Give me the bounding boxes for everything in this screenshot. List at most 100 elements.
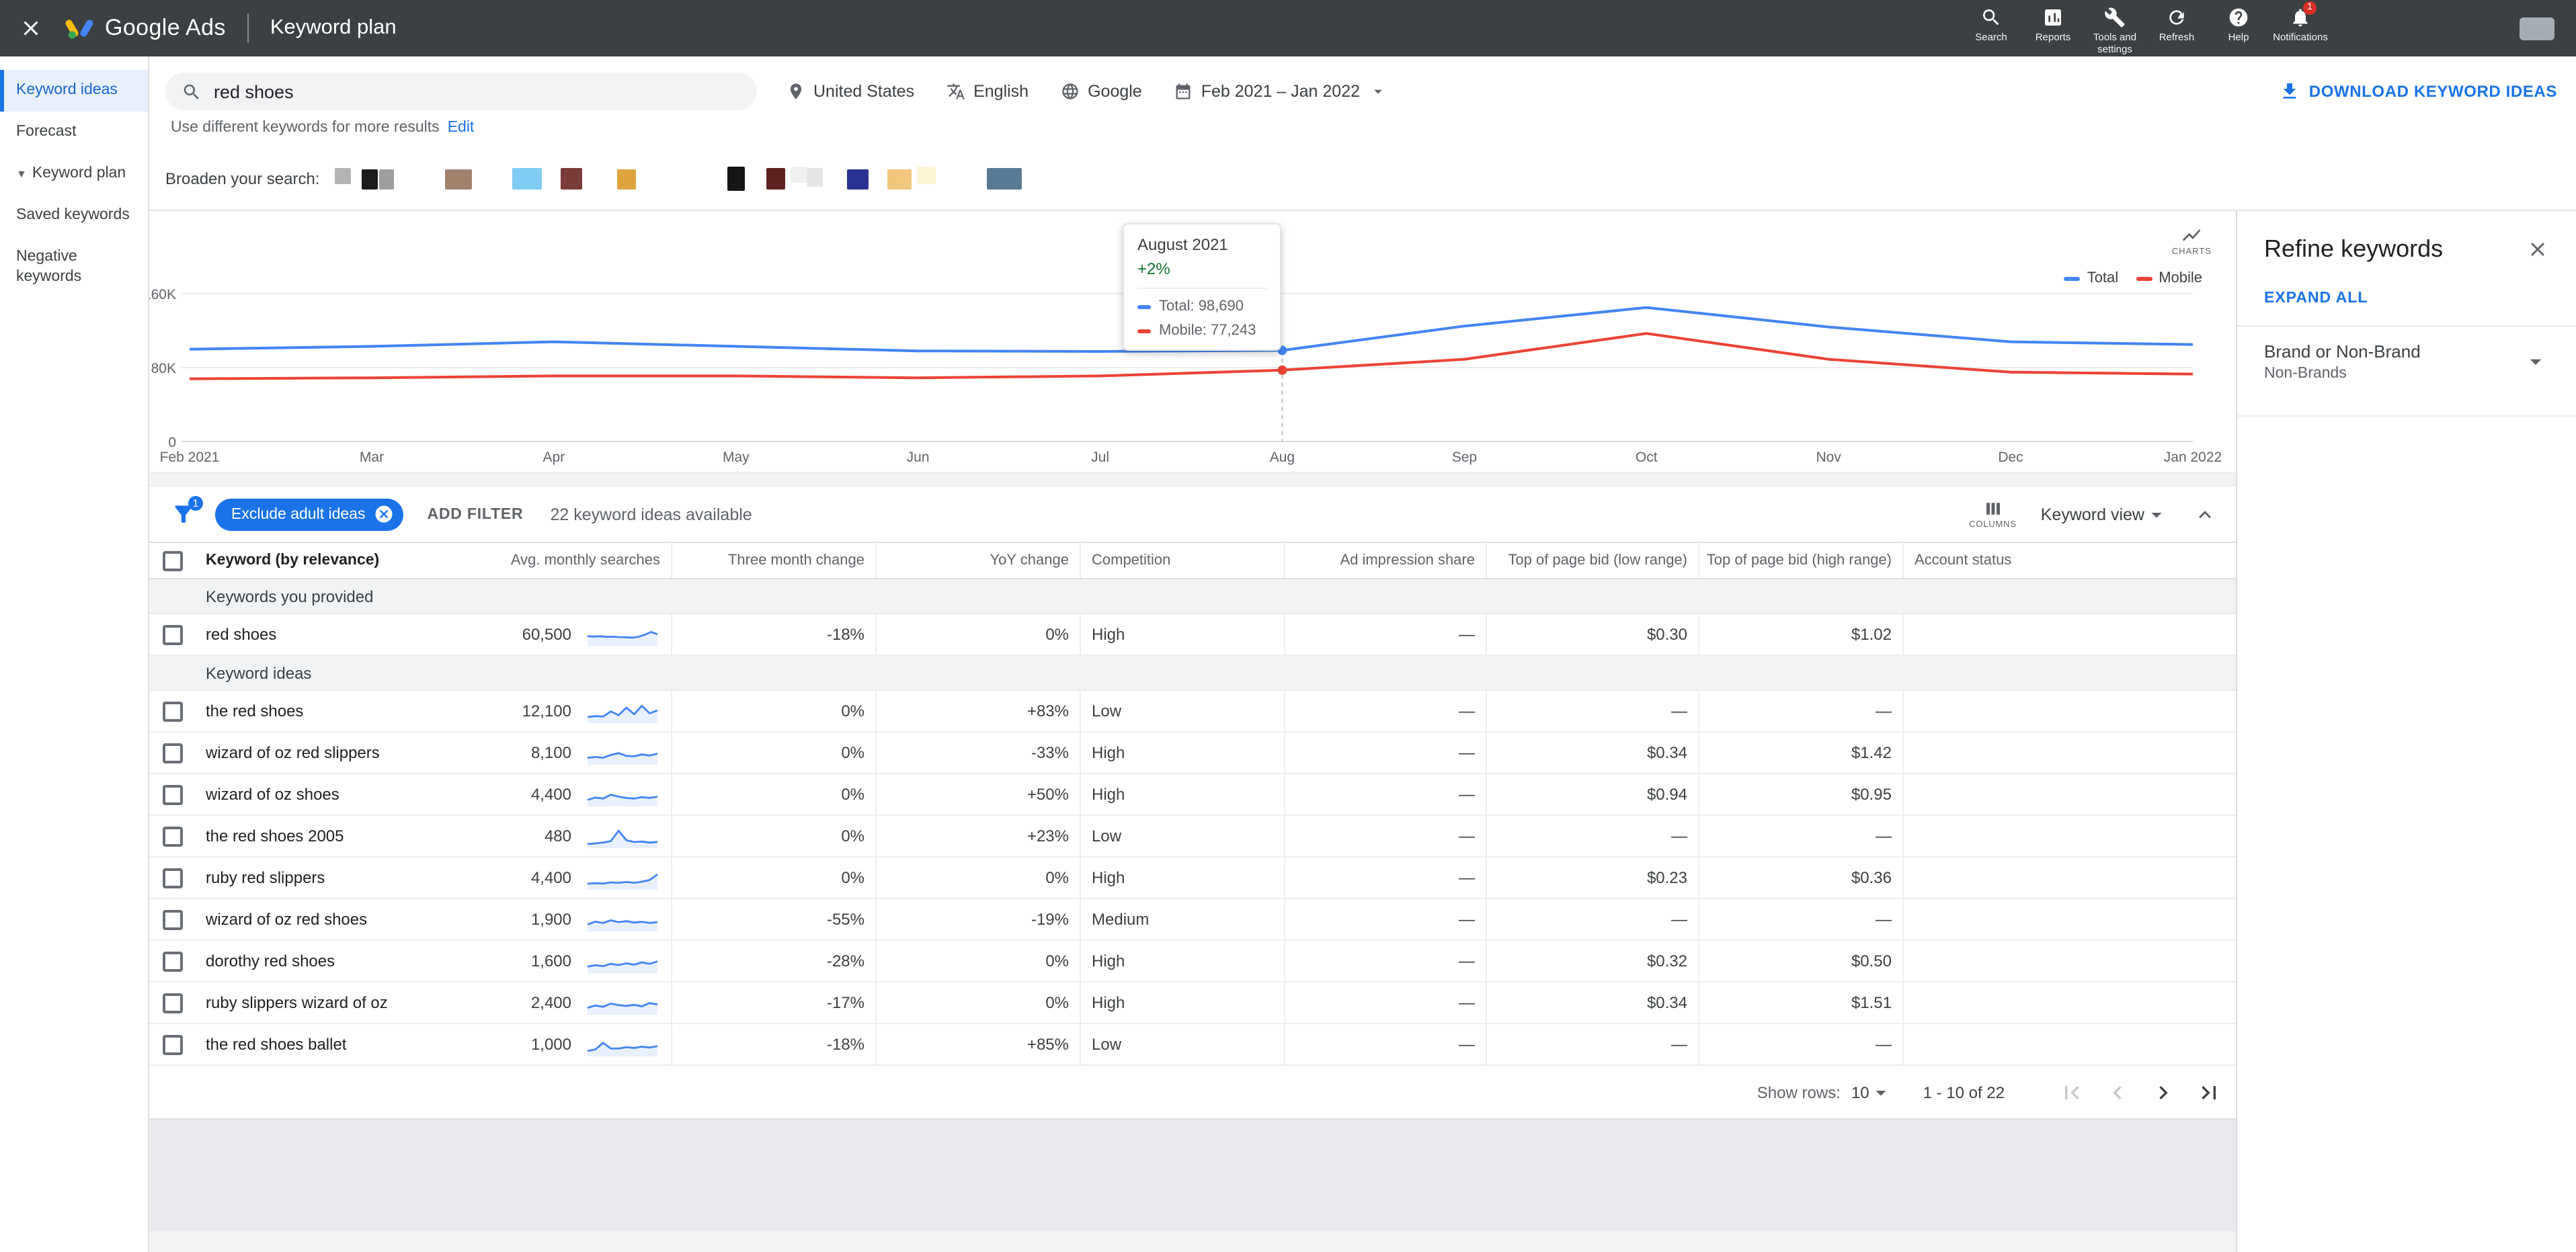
column-header[interactable]: Three month change [671, 543, 875, 578]
add-filter-button[interactable]: ADD FILTER [427, 506, 523, 522]
sidebar-item-saved-keywords[interactable]: Saved keywords [0, 195, 148, 237]
network-setting[interactable]: Google [1061, 82, 1142, 101]
appbar-action-refresh[interactable]: Refresh [2146, 2, 2208, 42]
column-header[interactable]: Avg. monthly searches [493, 543, 671, 578]
row-checkbox[interactable] [162, 909, 182, 929]
rows-per-page-select[interactable]: 10 [1851, 1080, 1894, 1104]
keyword-table: Keyword (by relevance) Avg. monthly searc… [149, 542, 2236, 1066]
columns-button[interactable]: COLUMNS [1969, 499, 2017, 530]
column-header[interactable]: YoY change [875, 543, 1080, 578]
table-row[interactable]: dorothy red shoes 1,600 -28% 0% High — $0.32 $0… [149, 941, 2236, 983]
download-keyword-ideas-button[interactable]: DOWNLOAD KEYWORD IDEAS [2280, 73, 2557, 110]
appbar-action-tools[interactable]: Tools and settings [2084, 2, 2146, 54]
date-range-setting[interactable]: Feb 2021 – Jan 2022 [1174, 82, 1387, 101]
sidebar-item-negative-keywords[interactable]: Negative keywords [0, 237, 148, 298]
expand-all-button[interactable]: EXPAND ALL [2264, 290, 2549, 306]
broaden-keyword-chip[interactable] [334, 167, 351, 183]
broaden-keyword-chip[interactable] [378, 169, 394, 189]
location-setting[interactable]: United States [787, 82, 914, 101]
close-icon[interactable] [19, 16, 43, 40]
table-row[interactable]: ruby slippers wizard of oz 2,400 -17% 0% Hig… [149, 983, 2236, 1024]
bid-high-cell: — [1698, 899, 1902, 940]
yoy-change-cell: 0% [875, 941, 1080, 981]
avatar[interactable] [2520, 17, 2554, 40]
filter-funnel-icon[interactable]: 1 [171, 496, 203, 527]
table-row[interactable]: the red shoes 2005 480 0% +23% Low — — — [149, 816, 2236, 858]
appbar-action-search[interactable]: Search [1960, 2, 2022, 42]
keyword-search-input[interactable]: red shoes [165, 73, 757, 110]
column-header[interactable]: Keyword (by relevance) [195, 543, 493, 578]
broaden-keyword-chip[interactable] [916, 166, 936, 183]
appbar-action-reports[interactable]: Reports [2022, 2, 2084, 42]
broaden-keyword-chip[interactable] [887, 169, 912, 189]
content-background [149, 1120, 2236, 1252]
broaden-keyword-chip[interactable] [361, 169, 378, 189]
broaden-keyword-chip[interactable] [444, 169, 472, 189]
chevron-down-icon[interactable] [2522, 348, 2549, 375]
appbar-action-notifications[interactable]: Notifications 1 [2269, 1, 2331, 42]
table-row[interactable]: wizard of oz red slippers 8,100 0% -33% High… [149, 733, 2236, 774]
next-page-icon[interactable] [2150, 1079, 2177, 1105]
horizontal-scrollbar[interactable] [149, 1231, 2236, 1252]
tooltip-swatch [1137, 304, 1151, 308]
legend-item-mobile[interactable]: Mobile [2136, 270, 2202, 286]
broaden-keyword-chip[interactable] [727, 167, 745, 191]
remove-filter-icon[interactable] [373, 504, 393, 524]
first-page-icon[interactable] [2058, 1079, 2085, 1105]
legend-item-total[interactable]: Total [2064, 270, 2118, 286]
toolbar-row: red shoes Use different keywords for mor… [149, 56, 2576, 153]
broaden-keyword-chip[interactable] [616, 169, 636, 189]
keyword-cell: the red shoes ballet [206, 1035, 347, 1054]
row-checkbox[interactable] [162, 993, 182, 1013]
exclude-adult-ideas-chip[interactable]: Exclude adult ideas [215, 498, 403, 530]
language-setting[interactable]: English [947, 82, 1029, 101]
table-row[interactable]: the red shoes 12,100 0% +83% Low — — — [149, 691, 2236, 733]
row-checkbox[interactable] [162, 951, 182, 971]
keyword-view-dropdown[interactable]: Keyword view [2041, 502, 2169, 526]
main-column: 0 80K 160K Feb 2021 Mar Apr May Jun Jul Aug Sep Oct… [149, 211, 2236, 1252]
row-checkbox[interactable] [162, 784, 182, 804]
table-row[interactable]: wizard of oz shoes 4,400 0% +50% High — $0.94 $… [149, 774, 2236, 816]
row-checkbox[interactable] [162, 624, 182, 644]
appbar-action-help[interactable]: Help [2208, 2, 2269, 42]
table-row[interactable]: the red shoes ballet 1,000 -18% +85% Low — — — [149, 1024, 2236, 1066]
ad-impression-share-cell: — [1284, 774, 1486, 815]
row-checkbox[interactable] [162, 826, 182, 846]
column-header[interactable]: Ad impression share [1284, 543, 1486, 578]
row-checkbox[interactable] [162, 868, 182, 888]
table-row[interactable]: red shoes 60,500 -18% 0% High — $0.30 $1.02 [149, 614, 2236, 656]
column-header[interactable]: Competition [1080, 543, 1284, 578]
sidebar-item-keyword-plan[interactable]: ▼ Keyword plan [0, 153, 148, 195]
broaden-keyword-chip[interactable] [766, 168, 785, 190]
app-bar: Google Ads Keyword plan Search Reports Too… [0, 0, 2576, 56]
broaden-keyword-chip[interactable] [846, 169, 869, 189]
select-all-checkbox[interactable] [162, 550, 182, 571]
column-header[interactable]: Top of page bid (high range) [1698, 543, 1902, 578]
sidebar-item-forecast[interactable]: Forecast [0, 112, 148, 153]
broaden-keyword-chip[interactable] [790, 167, 807, 183]
sidebar-item-keyword-ideas[interactable]: Keyword ideas [0, 70, 148, 112]
row-checkbox[interactable] [162, 701, 182, 721]
last-page-icon[interactable] [2196, 1079, 2222, 1105]
collapse-table-icon[interactable] [2193, 502, 2217, 526]
avg-searches-cell: 1,900 [493, 899, 671, 940]
refine-group-brand[interactable]: Brand or Non-Brand Non-Brands [2264, 327, 2549, 397]
row-checkbox[interactable] [162, 743, 182, 763]
row-checkbox[interactable] [162, 1034, 182, 1054]
search-trend-sparkline [587, 919, 658, 931]
table-row[interactable]: wizard of oz red shoes 1,900 -55% -19% Mediu… [149, 899, 2236, 941]
broaden-keyword-chip[interactable] [512, 168, 542, 190]
broaden-keyword-chip[interactable] [560, 168, 582, 190]
edit-link[interactable]: Edit [448, 120, 475, 136]
charts-toggle-button[interactable]: CHARTS [2172, 224, 2212, 257]
column-header[interactable]: Top of page bid (low range) [1486, 543, 1698, 578]
column-header[interactable]: Account status [1902, 543, 2236, 578]
close-panel-icon[interactable] [2526, 238, 2549, 261]
card-gap [149, 473, 2236, 487]
filter-bar: 1 Exclude adult ideas ADD FILTER 22 keyw… [149, 487, 2236, 542]
table-row[interactable]: ruby red slippers 4,400 0% 0% High — $0.23 $0.3… [149, 858, 2236, 899]
search-trend-sparkline [587, 1042, 658, 1056]
broaden-keyword-chip[interactable] [986, 168, 1022, 190]
previous-page-icon[interactable] [2104, 1079, 2131, 1105]
broaden-keyword-chip[interactable] [806, 168, 823, 187]
